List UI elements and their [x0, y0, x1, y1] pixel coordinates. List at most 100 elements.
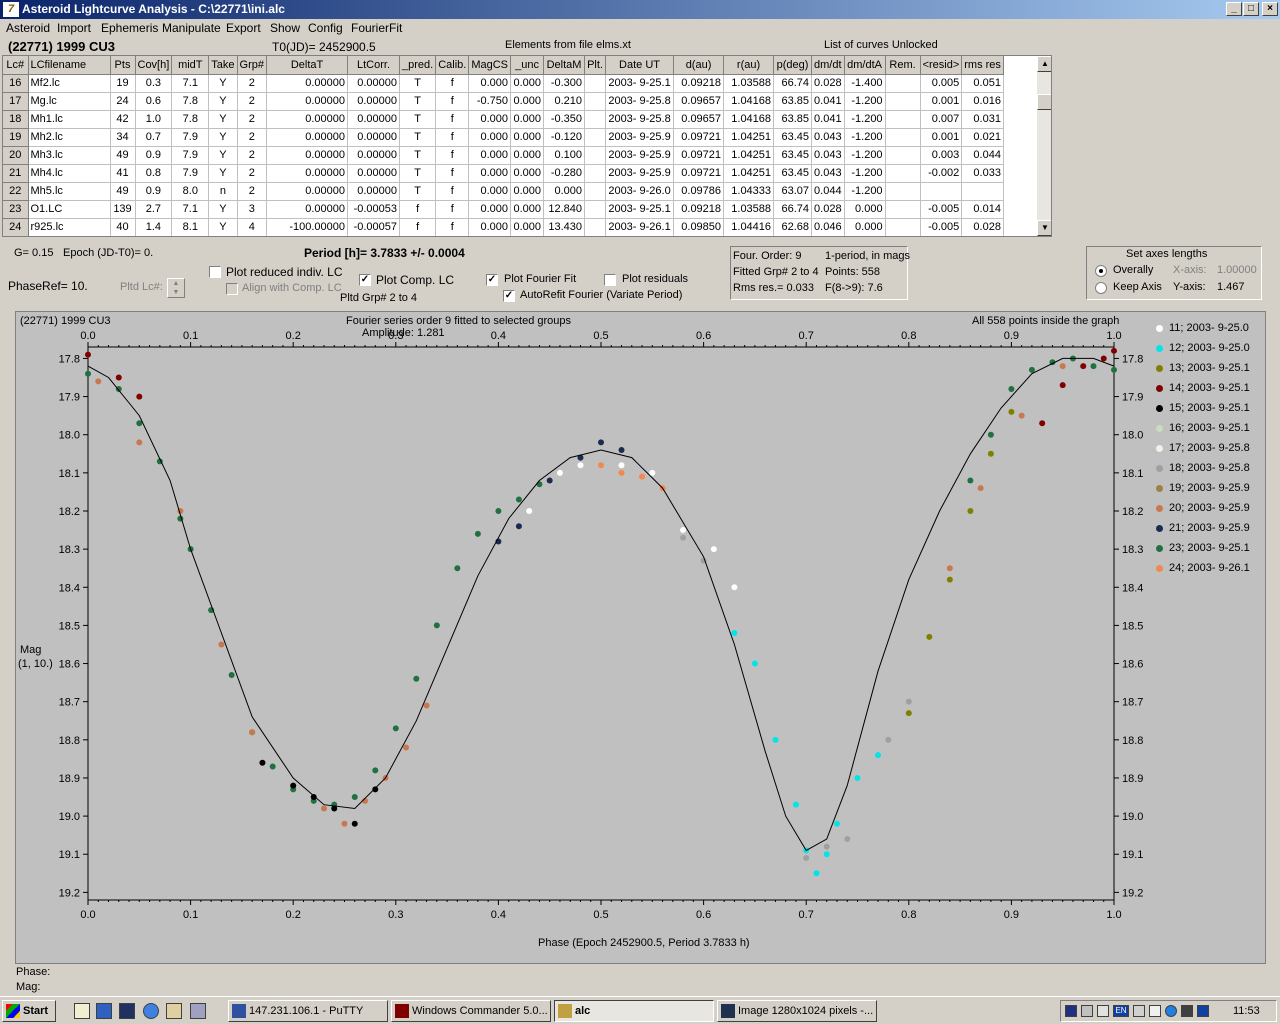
table-cell[interactable]: 0.00000 [266, 74, 349, 93]
table-cell[interactable]: 0.09218 [673, 200, 725, 219]
column-header[interactable]: Calib. [435, 56, 470, 75]
internet-explorer-icon[interactable] [143, 1003, 159, 1019]
printer-icon[interactable] [1097, 1005, 1109, 1017]
table-cell[interactable] [885, 164, 921, 183]
table-cell[interactable]: -0.350 [543, 110, 586, 129]
table-cell[interactable]: -0.280 [543, 164, 586, 183]
column-header[interactable]: dm/dt [811, 56, 845, 75]
table-cell[interactable]: 0.9 [135, 146, 173, 165]
table-cell[interactable]: 12.840 [543, 200, 586, 219]
table-cell[interactable]: 3 [237, 200, 268, 219]
maximize-button[interactable]: □ [1243, 2, 1259, 16]
table-cell[interactable] [885, 218, 921, 236]
table-cell[interactable]: T [399, 146, 437, 165]
table-cell[interactable]: 0.051 [961, 74, 1004, 93]
table-cell[interactable]: 0.00000 [266, 128, 349, 147]
table-row[interactable]: 16 Mf2.lc 19 0.3 7.1 Y 2 0.00000 0.00000 Tf 0.000 0… [3, 74, 1004, 93]
table-cell[interactable] [885, 128, 921, 147]
table-cell[interactable]: f [435, 74, 470, 93]
table-cell[interactable]: 0.100 [543, 146, 586, 165]
table-cell[interactable]: 7.1 [171, 200, 210, 219]
table-cell[interactable]: 63.45 [773, 164, 813, 183]
scroll-up-icon[interactable]: ▲ [1037, 56, 1051, 72]
table-cell[interactable]: O1.LC [28, 200, 111, 219]
save-icon[interactable] [96, 1003, 112, 1019]
table-cell[interactable]: 1.04251 [723, 164, 775, 183]
table-cell[interactable]: 2 [237, 146, 268, 165]
table-cell[interactable]: 0.000 [510, 74, 545, 93]
column-header[interactable]: DeltaM [543, 56, 586, 75]
table-cell[interactable] [584, 92, 607, 111]
table-cell[interactable]: Mh2.lc [28, 128, 111, 147]
table-cell[interactable]: -0.002 [920, 164, 963, 183]
autorefit-checkbox[interactable]: ✓ [503, 290, 515, 302]
table-cell[interactable]: 0.000 [468, 200, 512, 219]
column-header[interactable]: midT [171, 56, 210, 75]
table-cell[interactable]: -1.200 [844, 92, 886, 111]
table-cell[interactable]: 1.0 [135, 110, 173, 129]
curves-lock-status[interactable]: List of curves Unlocked [824, 39, 938, 51]
table-cell[interactable]: f [435, 164, 470, 183]
security-icon[interactable] [1197, 1005, 1209, 1017]
plot-residuals-checkbox[interactable] [604, 274, 616, 286]
table-cell[interactable]: 0.09721 [673, 164, 725, 183]
keyboard-icon[interactable] [1133, 1005, 1145, 1017]
table-cell[interactable]: Y [208, 164, 238, 183]
menu-config[interactable]: Config [308, 21, 343, 35]
plot-fourier-checkbox[interactable]: ✓ [486, 274, 498, 286]
table-cell[interactable]: 2003- 9-25.8 [605, 110, 675, 129]
table-cell[interactable] [961, 182, 1004, 201]
table-cell[interactable]: 1.04416 [723, 218, 775, 236]
table-cell[interactable]: f [435, 200, 470, 219]
table-cell[interactable]: 63.07 [773, 182, 813, 201]
table-cell[interactable]: Y [208, 200, 238, 219]
table-cell[interactable]: 0.00000 [266, 182, 349, 201]
table-cell[interactable]: 2 [237, 92, 268, 111]
table-cell[interactable]: -1.200 [844, 110, 886, 129]
table-cell[interactable]: Y [208, 74, 238, 93]
table-cell[interactable]: 0.09657 [673, 92, 725, 111]
language-indicator[interactable]: EN [1113, 1005, 1129, 1017]
table-cell[interactable]: 0.000 [468, 74, 512, 93]
table-cell[interactable]: f [435, 92, 470, 111]
table-cell[interactable]: Y [208, 218, 238, 236]
table-cell[interactable]: 0.041 [811, 110, 845, 129]
close-button[interactable]: × [1262, 2, 1278, 16]
column-header[interactable]: Plt. [584, 56, 607, 75]
table-cell[interactable] [885, 92, 921, 111]
table-cell[interactable]: 0.028 [961, 218, 1004, 236]
row-number[interactable]: 20 [3, 146, 29, 165]
table-cell[interactable]: 1.4 [135, 218, 173, 236]
table-cell[interactable]: 13.430 [543, 218, 586, 236]
table-cell[interactable]: 0.000 [468, 146, 512, 165]
table-cell[interactable]: f [399, 218, 437, 236]
table-cell[interactable]: 0.044 [811, 182, 845, 201]
row-number[interactable]: 23 [3, 200, 29, 219]
table-cell[interactable]: T [399, 128, 437, 147]
table-cell[interactable]: f [435, 110, 470, 129]
table-cell[interactable]: 41 [110, 164, 136, 183]
table-cell[interactable]: -0.00053 [347, 200, 401, 219]
table-cell[interactable]: -0.300 [543, 74, 586, 93]
table-cell[interactable]: 0.043 [811, 128, 845, 147]
keep-axis-radio[interactable] [1095, 282, 1107, 294]
spin-up-icon[interactable]: ▲ [168, 279, 184, 288]
table-cell[interactable]: 7.8 [171, 92, 210, 111]
menu-show[interactable]: Show [270, 21, 300, 35]
table-cell[interactable]: 0.000 [510, 164, 545, 183]
table-cell[interactable]: 1.04168 [723, 92, 775, 111]
table-cell[interactable]: 7.8 [171, 110, 210, 129]
pltd-lc-spinner[interactable]: ▲ ▼ [167, 278, 185, 298]
phaseref-value[interactable]: PhaseRef= 10. [8, 279, 88, 293]
table-cell[interactable]: Y [208, 128, 238, 147]
table-cell[interactable]: Mh3.lc [28, 146, 111, 165]
table-cell[interactable]: 0.000 [510, 218, 545, 236]
table-cell[interactable]: -1.400 [844, 74, 886, 93]
row-number[interactable]: 22 [3, 182, 29, 201]
table-cell[interactable]: 0.3 [135, 74, 173, 93]
table-cell[interactable]: -1.200 [844, 182, 886, 201]
table-row[interactable]: 21 Mh4.lc 41 0.8 7.9 Y 2 0.00000 0.00000 Tf 0.000 0… [3, 164, 1004, 183]
table-cell[interactable]: 2 [237, 164, 268, 183]
table-cell[interactable] [584, 110, 607, 129]
taskbar-putty[interactable]: 147.231.106.1 - PuTTY [228, 1000, 388, 1022]
